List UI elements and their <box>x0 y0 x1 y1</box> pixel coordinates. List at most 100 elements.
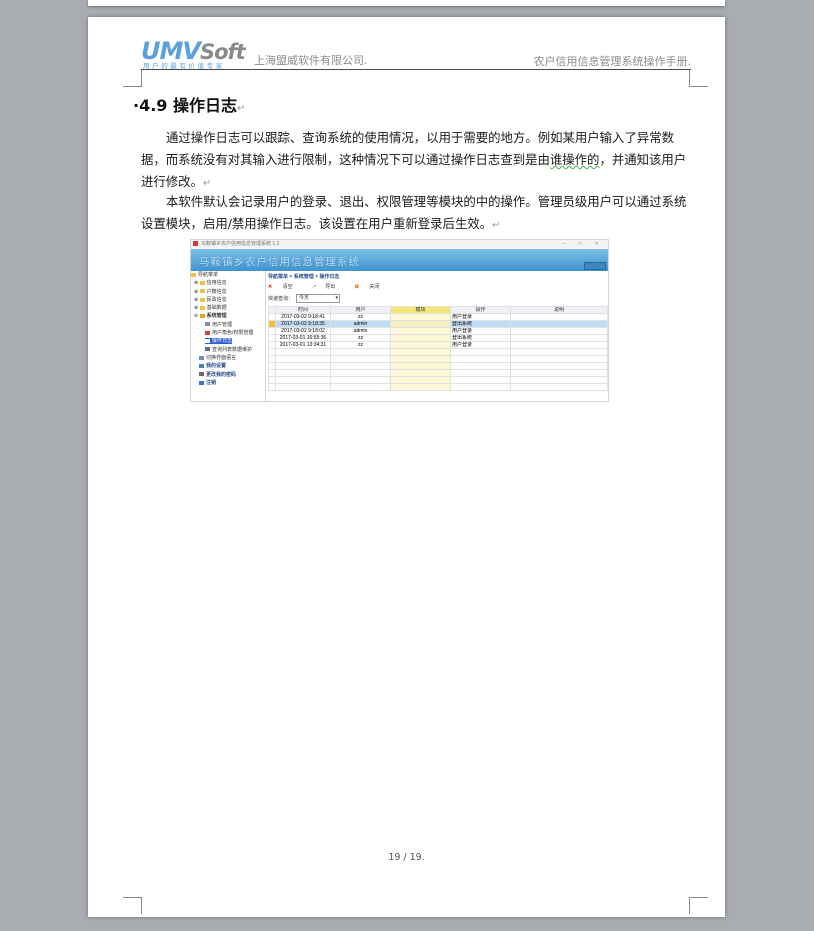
user-icon <box>205 322 210 327</box>
column-header-note: 说明 <box>510 306 608 314</box>
close-icon: ⊠ <box>354 284 359 290</box>
column-header-user: 用户 <box>330 306 391 314</box>
table-row-empty <box>268 383 608 391</box>
row-marker <box>268 313 276 321</box>
table-row-empty <box>268 362 608 370</box>
folder-icon <box>199 280 205 285</box>
column-header-module: 模块 <box>390 306 451 314</box>
key-icon <box>205 330 210 335</box>
cell-user: admin <box>330 327 391 335</box>
paragraph-mark: ↵ <box>202 178 212 189</box>
close-button: ⊠ 关闭 <box>355 284 389 290</box>
cell-note <box>510 334 608 342</box>
log-panel: 导航菜单 > 系统管理 > 操作日志 ✕ 清空 ↗ 导出 ⊠ 关闭 快速查询： 今天… <box>266 271 608 401</box>
logout-icon <box>199 380 204 385</box>
cell-time: 2017-03-01 16:55:36 <box>275 334 331 342</box>
table-row-empty <box>268 355 608 363</box>
header-company-name: 上海盟威软件有限公司. <box>254 54 368 67</box>
cell-note <box>510 341 608 349</box>
nav-item-label: 用户角色/权限管理 <box>212 330 254 337</box>
table-row-selected: 2017-03-02 9:18:35 admin 登出系统 <box>268 320 608 328</box>
embedded-app-screenshot[interactable]: 马鞍镇乡农户信用信息管理系统 1.2 – □ × 马鞍镇乡农户信用信息管理系统 导… <box>190 239 609 402</box>
nav-header: 导航菜单 <box>191 271 265 279</box>
page-number: 19 / 19. <box>388 852 425 863</box>
row-marker <box>268 320 276 328</box>
section-heading: ·4.9 操作日志↵ <box>133 96 246 115</box>
cell-action: 登出系统 <box>450 334 511 342</box>
row-marker-header <box>268 306 276 314</box>
table-row-empty <box>268 376 608 384</box>
cell-time: 2017-03-02 9:18:35 <box>275 320 331 328</box>
cell-time: 2017-03-02 9:18:41 <box>275 313 331 321</box>
crop-mark-bottom-left <box>123 897 142 914</box>
log-table: 时间 用户 模块 操作 说明 2017-03-02 9:18:41 zz 用户登录 … <box>268 306 608 391</box>
nav-item: ⊕ 户籍信息 <box>194 288 227 295</box>
app-window-title: 马鞍镇乡农户信用信息管理系统 1.2 <box>201 241 280 247</box>
nav-item: 用户管理 <box>191 321 265 329</box>
clear-label: 清空 <box>282 284 293 290</box>
log-icon <box>205 339 210 344</box>
cell-action: 登出系统 <box>450 320 511 328</box>
company-logo: UMVSoft 用户的最有价值专家 <box>141 37 246 70</box>
cell-user: zz <box>330 341 391 349</box>
previous-page-edge <box>88 0 725 6</box>
nav-item: 查询列表数据维护 <box>191 346 265 354</box>
column-header-action: 操作 <box>450 306 511 314</box>
nav-item-label: 信用信息 <box>206 280 227 287</box>
quick-query-label: 快速查询： <box>268 295 294 302</box>
nav-item: ⊕ 信用信息 <box>194 280 227 287</box>
app-icon <box>193 241 198 247</box>
folder-icon <box>199 289 205 294</box>
cell-module <box>390 341 451 349</box>
cell-time: 2017-03-02 9:18:02 <box>275 327 331 335</box>
document-page: UMVSoft 用户的最有价值专家 上海盟威软件有限公司. 农户信用信息管理系统… <box>88 17 725 917</box>
password-icon <box>199 372 204 377</box>
banner-badge <box>584 262 606 270</box>
list-icon <box>205 347 210 352</box>
nav-item: 用户角色/权限管理 <box>191 329 265 337</box>
nav-item-label: 民政信息 <box>206 296 227 303</box>
cell-action: 用户登录 <box>450 341 511 349</box>
gear-icon <box>199 314 205 319</box>
nav-item: ⊕ 民政信息 <box>194 296 227 303</box>
table-row-empty <box>268 348 608 356</box>
table-row: 2017-03-02 9:18:02 admin 用户登录 <box>268 327 608 335</box>
paragraph-2: 本软件默认会记录用户的登录、退出、权限管理等模块的中的操作。管理员级用户可以通过… <box>141 191 689 237</box>
cell-module <box>390 320 451 328</box>
section-title: 操作日志 <box>173 96 238 115</box>
cell-user: zz <box>330 334 391 342</box>
export-button: ↗ 导出 <box>312 284 344 290</box>
app-banner-title: 马鞍镇乡农户信用信息管理系统 <box>199 256 360 268</box>
clear-icon: ✕ <box>268 284 273 290</box>
cell-note <box>510 327 608 335</box>
nav-item: 注销 <box>191 379 265 387</box>
section-number: 4.9 <box>139 96 168 115</box>
crop-mark-top-left <box>123 70 142 87</box>
cell-user: admin <box>330 320 391 328</box>
cell-module <box>390 334 451 342</box>
column-header-time: 时间 <box>275 306 331 314</box>
nav-header-label: 导航菜单 <box>198 272 219 278</box>
cell-note <box>510 320 608 328</box>
nav-item: 切换界面语言 <box>191 354 265 362</box>
nav-item-label: 系统管理 <box>206 313 227 320</box>
cell-action: 用户登录 <box>450 313 511 321</box>
nav-item: 更改我的密码 <box>191 371 265 379</box>
app-titlebar: 马鞍镇乡农户信用信息管理系统 1.2 – □ × <box>191 240 608 249</box>
nav-item-label: 用户管理 <box>212 321 233 328</box>
nav-item: 我的设置 <box>191 362 265 370</box>
export-label: 导出 <box>325 284 336 290</box>
export-icon: ↗ <box>312 284 317 290</box>
quick-query: 快速查询： 今天 <box>268 294 341 303</box>
cell-user: zz <box>330 313 391 321</box>
crop-mark-bottom-right <box>689 897 708 914</box>
crop-mark-top-right <box>689 70 708 87</box>
header-rule <box>141 69 691 70</box>
row-marker <box>268 341 276 349</box>
nav-item: ⊖ 系统管理 <box>194 313 227 320</box>
cell-module <box>390 327 451 335</box>
nav-item-label: 查询列表数据维护 <box>212 346 253 353</box>
nav-item-label: 我的设置 <box>206 363 227 370</box>
clear-button: ✕ 清空 <box>268 284 302 290</box>
nav-item: ⊕ 基础数据 <box>194 305 227 312</box>
